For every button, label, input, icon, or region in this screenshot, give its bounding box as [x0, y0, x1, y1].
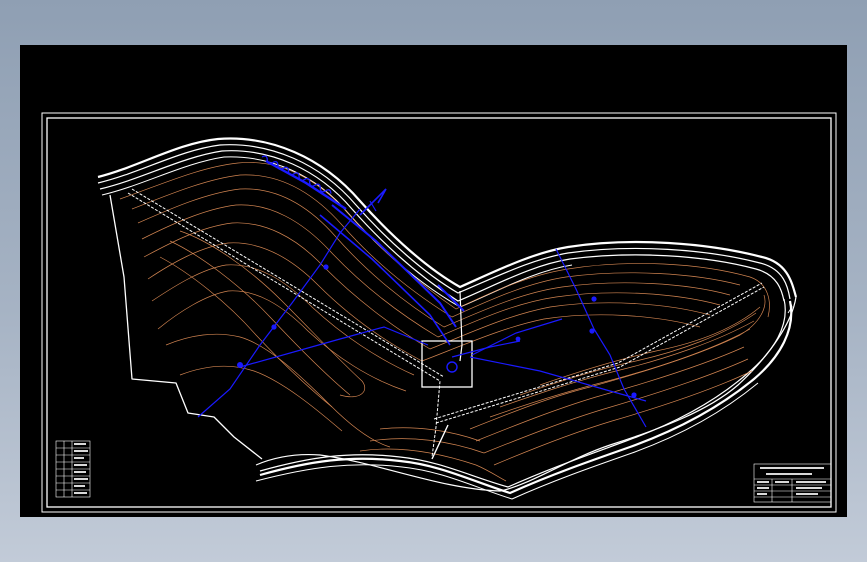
- cad-drawing-canvas[interactable]: [20, 45, 847, 517]
- pipeline-annotation-scribble: [261, 155, 332, 194]
- access-roads: [127, 188, 765, 460]
- legend-table: [55, 440, 91, 498]
- site-plan-drawing: [41, 112, 837, 513]
- legend-table-text: [74, 443, 88, 494]
- inner-frame: [46, 117, 832, 508]
- pump-station-building[interactable]: [421, 340, 473, 388]
- embankment-road: [97, 137, 798, 500]
- outer-frame: [41, 112, 837, 513]
- pipe-valves: [237, 264, 637, 398]
